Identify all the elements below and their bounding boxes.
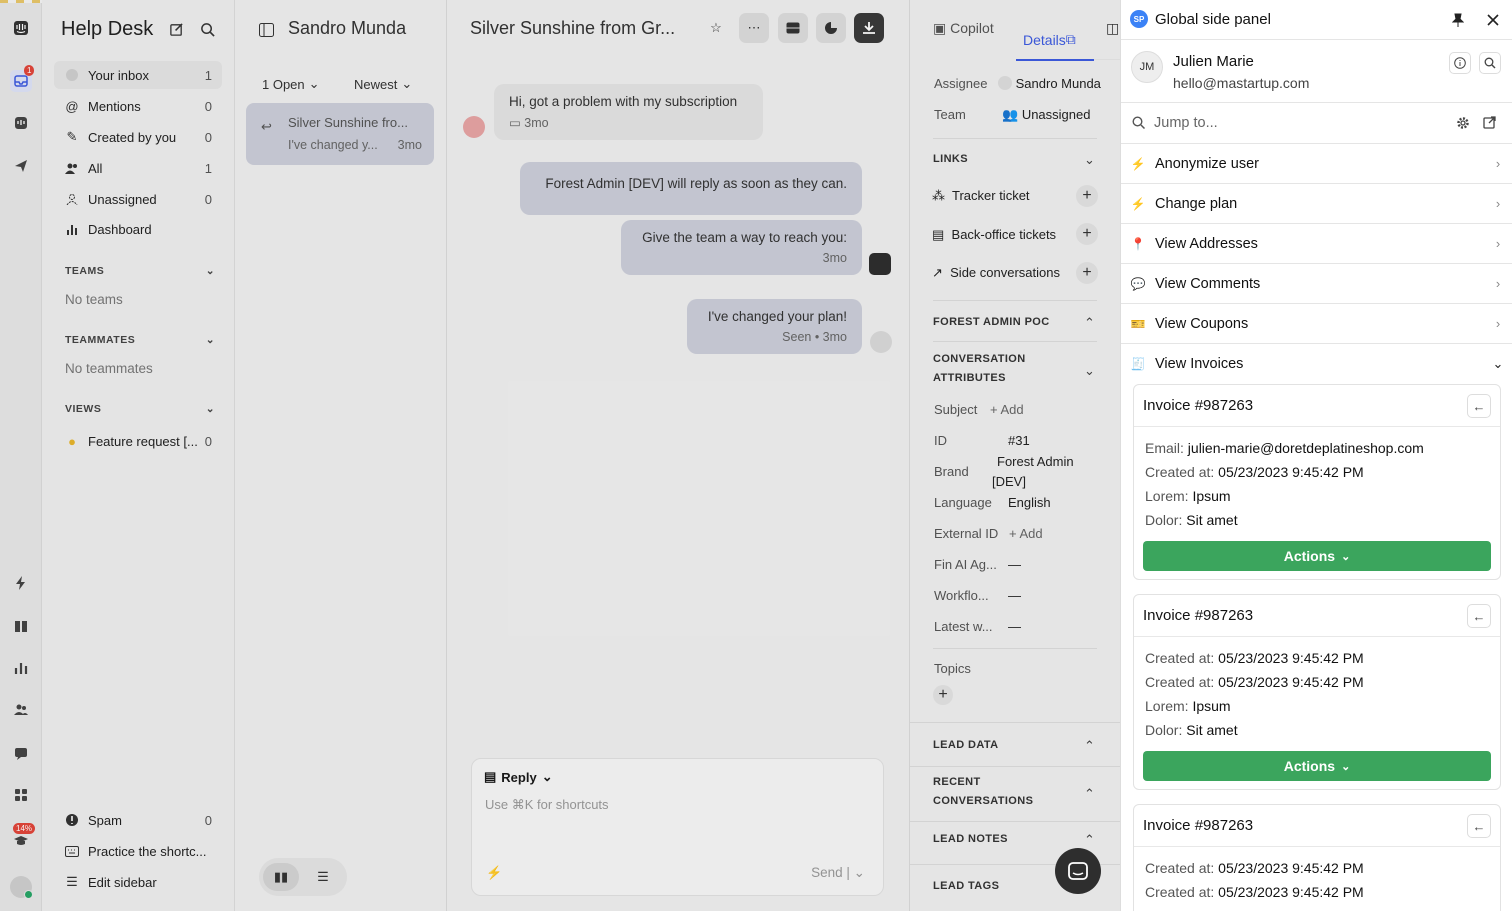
invoice-header: Invoice #987263 ← bbox=[1134, 805, 1500, 847]
button-label: Actions bbox=[1283, 548, 1336, 564]
invoice-row: Created at: 05/23/2023 9:45:42 PM bbox=[1145, 674, 1364, 690]
row-value: 05/23/2023 9:45:42 PM bbox=[1218, 650, 1364, 666]
invoice-row: Created at: 05/23/2023 9:45:42 PM bbox=[1145, 464, 1364, 480]
user-initials-avatar: JM bbox=[1131, 51, 1163, 83]
invoice-actions-button[interactable]: Actions ⌄ bbox=[1143, 541, 1491, 571]
action-change-plan[interactable]: ⚡ Change plan › bbox=[1121, 184, 1512, 224]
row-value: Sit amet bbox=[1186, 722, 1238, 738]
row-key: Created at: bbox=[1145, 674, 1215, 690]
user-email: hello@mastartup.com bbox=[1173, 75, 1310, 91]
info-icon[interactable] bbox=[1449, 52, 1471, 74]
invoice-actions-button[interactable]: Actions ⌄ bbox=[1143, 751, 1491, 781]
invoice-row: Lorem: Ipsum bbox=[1145, 698, 1231, 714]
messenger-launcher-icon[interactable] bbox=[1055, 848, 1101, 894]
action-view-coupons[interactable]: 🎫 View Coupons › bbox=[1121, 304, 1512, 344]
chevron-right-icon: › bbox=[1495, 156, 1501, 171]
row-key: Dolor: bbox=[1145, 722, 1183, 738]
action-view-comments[interactable]: 💬 View Comments › bbox=[1121, 264, 1512, 304]
chevron-right-icon: › bbox=[1495, 236, 1501, 251]
chevron-right-icon: › bbox=[1495, 196, 1501, 211]
chevron-down-icon: ⌄ bbox=[1341, 550, 1351, 563]
invoice-row: Dolor: Sit amet bbox=[1145, 512, 1238, 528]
app-window: 1 14% Help Desk Your inbox 1 @ Mentions 0 ✎… bbox=[0, 0, 1512, 911]
row-value: 05/23/2023 9:45:42 PM bbox=[1218, 884, 1364, 900]
invoice-row: Email: julien-marie@doretdeplatineshop.c… bbox=[1145, 440, 1424, 456]
row-key: Lorem: bbox=[1145, 698, 1189, 714]
invoice-card: Invoice #987263 ← Created at: 05/23/2023 … bbox=[1133, 804, 1501, 911]
pin-location-icon: 📍 bbox=[1130, 236, 1146, 251]
global-side-panel: SP Global side panel JM Julien Marie hel… bbox=[1120, 0, 1512, 911]
row-value: 05/23/2023 9:45:42 PM bbox=[1218, 464, 1364, 480]
invoice-row: Created at: 05/23/2023 9:45:42 PM bbox=[1145, 884, 1364, 900]
chevron-right-icon: › bbox=[1495, 316, 1501, 331]
row-value: 05/23/2023 9:45:42 PM bbox=[1218, 674, 1364, 690]
receipt-icon: 🧾 bbox=[1130, 357, 1146, 371]
user-name: Julien Marie bbox=[1173, 53, 1254, 70]
action-label: Anonymize user bbox=[1155, 155, 1259, 172]
invoice-card: Invoice #987263 ← Email: julien-marie@dor… bbox=[1133, 384, 1501, 580]
external-link-icon[interactable] bbox=[1483, 116, 1496, 132]
back-arrow-icon[interactable]: ← bbox=[1467, 814, 1491, 838]
speech-bubble-icon: 💬 bbox=[1130, 276, 1146, 291]
search-user-icon[interactable] bbox=[1479, 52, 1501, 74]
action-anonymize-user[interactable]: ⚡ Anonymize user › bbox=[1121, 144, 1512, 184]
row-value: julien-marie@doretdeplatineshop.com bbox=[1187, 440, 1424, 456]
button-label: Actions bbox=[1283, 758, 1336, 774]
row-key: Lorem: bbox=[1145, 488, 1189, 504]
row-value: Ipsum bbox=[1192, 488, 1231, 504]
jump-to-input[interactable] bbox=[1154, 112, 1444, 134]
action-view-invoices[interactable]: 🧾 View Invoices ⌄ bbox=[1121, 344, 1512, 384]
row-value: 05/23/2023 9:45:42 PM bbox=[1218, 860, 1364, 876]
chevron-right-icon: › bbox=[1495, 276, 1501, 291]
invoice-title: Invoice #987263 bbox=[1143, 817, 1254, 834]
invoice-header: Invoice #987263 ← bbox=[1134, 595, 1500, 637]
back-arrow-icon[interactable]: ← bbox=[1467, 394, 1491, 418]
invoice-title: Invoice #987263 bbox=[1143, 397, 1254, 414]
action-label: Change plan bbox=[1155, 195, 1238, 212]
row-value: Ipsum bbox=[1192, 698, 1231, 714]
action-label: View Coupons bbox=[1155, 315, 1249, 332]
bolt-icon: ⚡ bbox=[1130, 156, 1146, 171]
invoice-row: Created at: 05/23/2023 9:45:42 PM bbox=[1145, 860, 1364, 876]
panel-title: Global side panel bbox=[1155, 11, 1271, 28]
invoice-header: Invoice #987263 ← bbox=[1134, 385, 1500, 427]
row-key: Created at: bbox=[1145, 884, 1215, 900]
row-key: Email: bbox=[1145, 440, 1184, 456]
chevron-down-icon: ⌄ bbox=[1492, 356, 1504, 371]
user-card: JM Julien Marie hello@mastartup.com bbox=[1121, 40, 1512, 103]
action-view-addresses[interactable]: 📍 View Addresses › bbox=[1121, 224, 1512, 264]
dim-overlay bbox=[0, 0, 1120, 911]
panel-header: SP Global side panel bbox=[1121, 0, 1512, 40]
invoice-row: Created at: 05/23/2023 9:45:42 PM bbox=[1145, 650, 1364, 666]
row-value: Sit amet bbox=[1186, 512, 1238, 528]
search-icon bbox=[1132, 116, 1146, 132]
back-arrow-icon[interactable]: ← bbox=[1467, 604, 1491, 628]
chevron-down-icon: ⌄ bbox=[1341, 760, 1351, 773]
action-label: View Addresses bbox=[1155, 235, 1258, 252]
row-key: Dolor: bbox=[1145, 512, 1183, 528]
side-panel-logo: SP bbox=[1130, 10, 1148, 28]
invoice-row: Dolor: Sit amet bbox=[1145, 722, 1238, 738]
row-key: Created at: bbox=[1145, 464, 1215, 480]
pin-icon[interactable] bbox=[1449, 11, 1467, 29]
jump-to-bar bbox=[1121, 103, 1512, 144]
bolt-icon: ⚡ bbox=[1130, 196, 1146, 211]
action-label: View Comments bbox=[1155, 275, 1261, 292]
row-key: Created at: bbox=[1145, 860, 1215, 876]
invoice-row: Lorem: Ipsum bbox=[1145, 488, 1231, 504]
row-key: Created at: bbox=[1145, 650, 1215, 666]
settings-gear-icon[interactable] bbox=[1456, 116, 1470, 133]
action-label: View Invoices bbox=[1155, 356, 1244, 372]
close-icon[interactable] bbox=[1484, 11, 1502, 29]
invoice-title: Invoice #987263 bbox=[1143, 607, 1254, 624]
invoice-card: Invoice #987263 ← Created at: 05/23/2023 … bbox=[1133, 594, 1501, 790]
coupon-icon: 🎫 bbox=[1130, 316, 1146, 331]
